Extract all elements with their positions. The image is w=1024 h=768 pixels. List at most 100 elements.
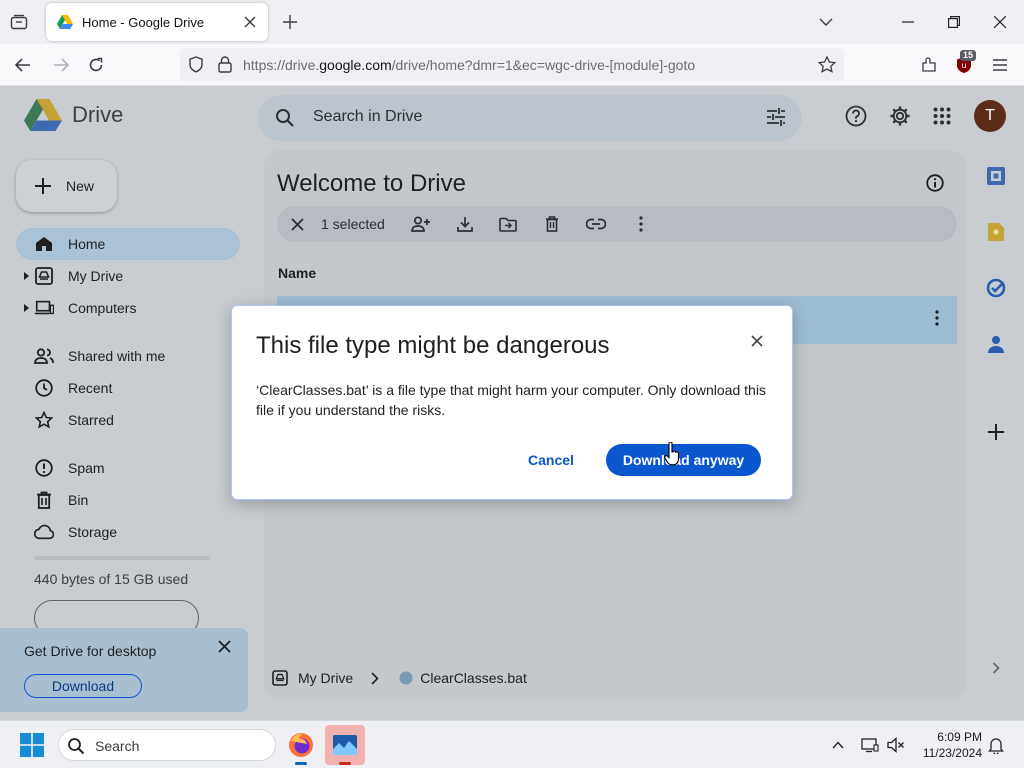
sidebar-item-label: Spam bbox=[68, 460, 105, 476]
sidebar-item-shared-with-me[interactable]: Shared with me bbox=[16, 340, 240, 372]
plus-icon bbox=[35, 178, 51, 194]
search-icon[interactable] bbox=[275, 108, 295, 128]
chevron-right-icon bbox=[371, 671, 379, 685]
star-icon bbox=[34, 410, 54, 430]
delete-icon[interactable] bbox=[542, 214, 562, 234]
sidebar-item-bin[interactable]: Bin bbox=[16, 484, 240, 516]
account-avatar[interactable]: T bbox=[974, 100, 1006, 132]
taskbar-clock[interactable]: 6:09 PM 11/23/2024 bbox=[910, 729, 982, 761]
sidebar-item-storage[interactable]: Storage bbox=[16, 516, 240, 548]
lock-icon[interactable] bbox=[218, 56, 232, 73]
home-icon bbox=[34, 234, 54, 254]
sidebar-item-label: Starred bbox=[68, 412, 114, 428]
info-icon[interactable] bbox=[926, 174, 944, 192]
contacts-icon[interactable] bbox=[984, 332, 1008, 356]
new-tab-icon[interactable] bbox=[280, 12, 300, 32]
taskbar-search-box[interactable]: Search bbox=[58, 729, 276, 761]
tray-chevron-up-icon[interactable] bbox=[828, 735, 848, 755]
firefox-icon bbox=[289, 733, 313, 757]
dialog-message: ‘ClearClasses.bat’ is a file type that m… bbox=[256, 382, 766, 418]
sidebar-item-label: Recent bbox=[68, 380, 113, 396]
more-actions-icon[interactable] bbox=[631, 214, 651, 234]
new-button[interactable]: New bbox=[16, 160, 117, 212]
browser-toolbar: https://drive.google.com/drive/home?dmr=… bbox=[0, 44, 1024, 86]
clear-selection-icon[interactable] bbox=[287, 214, 307, 234]
breadcrumb: My Drive ClearClasses.bat bbox=[272, 670, 527, 686]
extensions-icon[interactable] bbox=[918, 54, 940, 76]
side-panel bbox=[972, 150, 1024, 720]
dialog-close-icon[interactable] bbox=[747, 331, 767, 351]
clock-date: 11/23/2024 bbox=[922, 746, 982, 760]
keep-icon[interactable] bbox=[984, 220, 1008, 244]
browser-tab-active[interactable]: Home - Google Drive bbox=[46, 3, 268, 41]
column-header-name[interactable]: Name bbox=[278, 265, 316, 281]
bookmark-star-icon[interactable] bbox=[818, 56, 836, 73]
promo-download-button[interactable]: Download bbox=[24, 674, 142, 698]
app-window-icon bbox=[333, 735, 357, 755]
expand-arrow-icon[interactable] bbox=[24, 272, 29, 280]
tab-close-icon[interactable] bbox=[240, 12, 260, 32]
menu-hamburger-icon[interactable] bbox=[989, 54, 1011, 76]
promo-close-icon[interactable] bbox=[214, 636, 234, 656]
sidebar-item-recent[interactable]: Recent bbox=[16, 372, 240, 404]
add-addon-icon[interactable] bbox=[984, 420, 1008, 444]
expand-panel-chevron-icon[interactable] bbox=[984, 656, 1008, 680]
svg-text:u: u bbox=[961, 61, 966, 70]
address-bar[interactable]: https://drive.google.com/drive/home?dmr=… bbox=[180, 48, 844, 81]
list-all-tabs-icon[interactable] bbox=[816, 12, 836, 32]
expand-arrow-icon[interactable] bbox=[24, 304, 29, 312]
apps-grid-icon[interactable] bbox=[930, 104, 954, 128]
network-monitor-icon[interactable] bbox=[860, 735, 880, 755]
back-icon[interactable] bbox=[12, 54, 34, 76]
drive-logo[interactable]: Drive bbox=[24, 98, 123, 132]
calendar-icon[interactable] bbox=[984, 164, 1008, 188]
download-anyway-button[interactable]: Download anyway bbox=[606, 444, 761, 476]
forward-icon[interactable] bbox=[50, 54, 72, 76]
settings-gear-icon[interactable] bbox=[888, 104, 912, 128]
sidebar-item-label: Computers bbox=[68, 300, 137, 316]
taskbar-firefox[interactable] bbox=[281, 725, 321, 765]
tasks-icon[interactable] bbox=[984, 276, 1008, 300]
computers-icon bbox=[34, 298, 54, 318]
sidebar-item-label: Shared with me bbox=[68, 348, 166, 364]
window-close-icon[interactable] bbox=[990, 12, 1010, 32]
taskbar-app-2[interactable] bbox=[325, 725, 365, 765]
sidebar-item-computers[interactable]: Computers bbox=[16, 292, 240, 324]
download-icon[interactable] bbox=[455, 214, 475, 234]
my-drive-icon bbox=[272, 670, 288, 686]
extension-badge: 15 bbox=[960, 50, 977, 61]
sidebar-item-my-drive[interactable]: My Drive bbox=[16, 260, 240, 292]
active-app-indicator bbox=[295, 762, 307, 765]
shared-people-icon bbox=[34, 346, 54, 366]
sidebar-item-label: Storage bbox=[68, 524, 118, 540]
search-input[interactable]: Search in Drive bbox=[258, 95, 802, 141]
reload-icon[interactable] bbox=[85, 54, 107, 76]
tab-list-icon[interactable] bbox=[8, 11, 30, 33]
notifications-bell-icon[interactable] bbox=[986, 735, 1006, 755]
volume-muted-icon[interactable] bbox=[886, 735, 906, 755]
sidebar-item-spam[interactable]: Spam bbox=[16, 452, 240, 484]
search-icon bbox=[68, 738, 85, 755]
breadcrumb-file[interactable]: ClearClasses.bat bbox=[420, 670, 527, 686]
cancel-button[interactable]: Cancel bbox=[512, 444, 590, 476]
minimize-icon[interactable] bbox=[898, 12, 918, 32]
search-options-icon[interactable] bbox=[766, 107, 786, 127]
breadcrumb-my-drive[interactable]: My Drive bbox=[298, 670, 353, 686]
promo-title: Get Drive for desktop bbox=[24, 643, 157, 659]
copy-link-icon[interactable] bbox=[586, 214, 606, 234]
help-icon[interactable] bbox=[844, 104, 868, 128]
my-drive-icon bbox=[34, 266, 54, 286]
cloud-icon bbox=[34, 522, 54, 542]
share-add-person-icon[interactable] bbox=[411, 214, 431, 234]
storage-usage-text: 440 bytes of 15 GB used bbox=[34, 571, 189, 587]
sidebar-item-home[interactable]: Home bbox=[16, 228, 240, 260]
windows-taskbar: Search 6:09 PM 11/23/2024 bbox=[0, 720, 1024, 768]
google-drive-favicon bbox=[57, 15, 73, 29]
tracking-shield-icon[interactable] bbox=[188, 56, 204, 73]
row-more-icon[interactable] bbox=[935, 310, 939, 326]
restore-icon[interactable] bbox=[944, 12, 964, 32]
search-placeholder: Search in Drive bbox=[313, 108, 423, 125]
sidebar-item-starred[interactable]: Starred bbox=[16, 404, 240, 436]
move-to-folder-icon[interactable] bbox=[498, 214, 518, 234]
windows-start-icon[interactable] bbox=[20, 733, 44, 757]
